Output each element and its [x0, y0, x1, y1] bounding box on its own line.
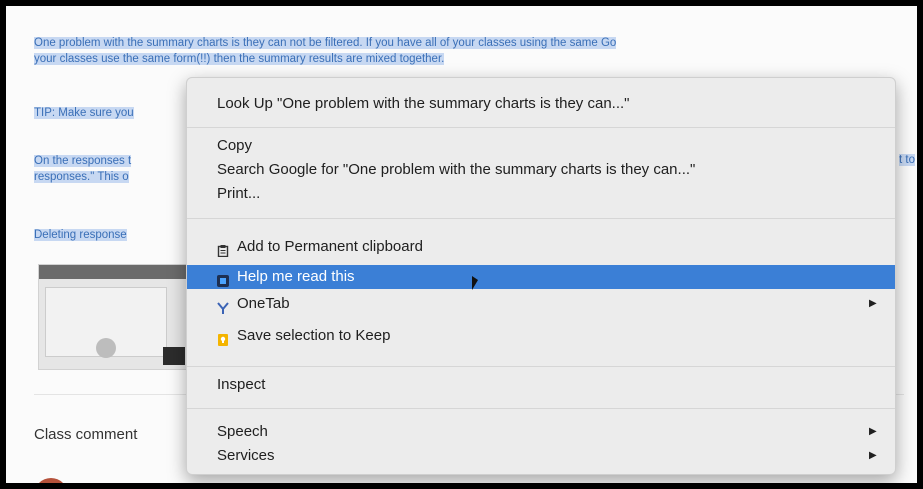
submenu-arrow-icon: ▶: [869, 426, 877, 437]
menu-item-services[interactable]: Services ▶: [187, 444, 895, 468]
video-thumbnail[interactable]: [38, 264, 190, 370]
menu-item-look-up[interactable]: Look Up "One problem with the summary ch…: [187, 92, 895, 116]
selected-text-2[interactable]: your classes use the same form(!!) then …: [34, 53, 445, 65]
class-comments-heading: Class comment: [34, 426, 138, 443]
menu-item-inspect-label: Inspect: [217, 376, 266, 393]
doc-text-line-5: Deleting response: [34, 228, 127, 243]
menu-item-help-read[interactable]: Help me read this: [187, 265, 895, 289]
menu-item-add-clipboard-label: Add to Permanent clipboard: [237, 238, 423, 255]
menu-separator: [187, 218, 895, 219]
menu-item-services-label: Services: [217, 447, 275, 464]
menu-item-inspect[interactable]: Inspect: [187, 373, 895, 397]
doc-text-line-4: responses." This o: [34, 170, 129, 185]
menu-separator: [187, 408, 895, 409]
thumbnail-dot: [96, 338, 116, 358]
reader-icon: [217, 271, 229, 287]
thumbnail-slide: [45, 287, 167, 358]
doc-tip-line: TIP: Make sure you: [34, 106, 134, 121]
menu-item-search-google[interactable]: Search Google for "One problem with the …: [187, 158, 895, 182]
menu-item-help-read-label: Help me read this: [237, 268, 355, 285]
avatar[interactable]: [34, 478, 68, 483]
thumbnail-corner: [163, 347, 185, 365]
submenu-arrow-icon: ▶: [869, 450, 877, 461]
menu-item-copy[interactable]: Copy: [187, 134, 895, 158]
menu-item-onetab-label: OneTab: [237, 295, 290, 312]
menu-item-add-clipboard[interactable]: Add to Permanent clipboard: [187, 235, 895, 259]
selected-text-1[interactable]: One problem with the summary charts is t…: [34, 37, 617, 49]
onetab-icon: [217, 298, 229, 314]
menu-item-look-up-label: Look Up "One problem with the summary ch…: [217, 95, 630, 112]
menu-item-copy-label: Copy: [217, 137, 253, 154]
menu-separator: [187, 366, 895, 367]
menu-item-print[interactable]: Print...: [187, 182, 895, 206]
browser-page: One problem with the summary charts is t…: [6, 6, 917, 483]
thumbnail-bar: [39, 265, 189, 279]
keep-icon: [217, 330, 229, 346]
selected-text-4[interactable]: responses." This o: [34, 171, 129, 183]
menu-separator: [187, 127, 895, 128]
selected-text-edge[interactable]: t to: [899, 154, 915, 166]
clipboard-icon: [217, 241, 229, 258]
doc-text-line-2: your classes use the same form(!!) then …: [34, 52, 445, 67]
menu-item-search-google-label: Search Google for "One problem with the …: [217, 161, 696, 178]
selected-text-tip[interactable]: TIP: Make sure you: [34, 107, 134, 119]
context-menu: Look Up "One problem with the summary ch…: [186, 77, 896, 475]
doc-text-edge: t to: [899, 154, 915, 166]
menu-item-speech[interactable]: Speech ▶: [187, 420, 895, 444]
selected-text-5[interactable]: Deleting response: [34, 229, 127, 241]
doc-text-line-3: On the responses t: [34, 154, 132, 169]
menu-item-onetab[interactable]: OneTab ▶: [187, 292, 895, 316]
menu-item-save-keep[interactable]: Save selection to Keep: [187, 324, 895, 348]
selected-text-3[interactable]: On the responses t: [34, 155, 132, 167]
doc-text-line-1: One problem with the summary charts is t…: [34, 36, 617, 51]
mouse-cursor-icon: [472, 276, 478, 290]
menu-item-print-label: Print...: [217, 185, 261, 202]
submenu-arrow-icon: ▶: [869, 298, 877, 309]
menu-item-save-keep-label: Save selection to Keep: [237, 327, 391, 344]
menu-item-speech-label: Speech: [217, 423, 268, 440]
